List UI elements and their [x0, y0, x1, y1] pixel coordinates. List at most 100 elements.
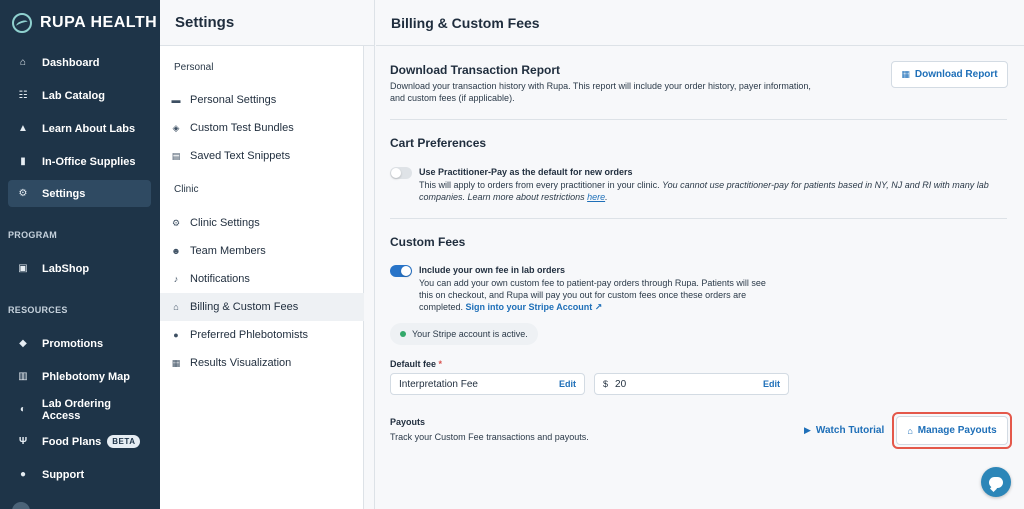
- report-title: Download Transaction Report: [390, 63, 561, 77]
- settings-item-team-members[interactable]: ☻ Team Members: [160, 237, 364, 265]
- sidebar-item-support[interactable]: ● Support: [8, 461, 151, 488]
- include-fee-toggle[interactable]: [390, 265, 412, 277]
- download-report-button[interactable]: ▦ Download Report: [891, 61, 1008, 88]
- divider: [390, 218, 1007, 219]
- sidebar-section-resources: RESOURCES: [8, 305, 68, 315]
- report-desc-line-1: Download your transaction history with R…: [390, 81, 811, 91]
- settings-item-label: Notifications: [190, 273, 250, 285]
- fee-name-value: Interpretation Fee: [399, 378, 478, 390]
- required-mark: *: [438, 359, 443, 369]
- stripe-signin-link[interactable]: Sign into your Stripe Account ↗: [466, 302, 603, 312]
- watch-tutorial-button[interactable]: ▶ Watch Tutorial: [804, 423, 884, 437]
- home-icon: ⌂: [19, 57, 27, 68]
- sidebar-item-lab-ordering-access[interactable]: ◐ Lab Ordering Access: [8, 396, 151, 423]
- brand[interactable]: RUPA HEALTH: [0, 0, 160, 46]
- bell-icon: ♪: [173, 274, 179, 284]
- fees-description: You can add your own custom fee to patie…: [419, 277, 819, 313]
- beta-badge: BETA: [107, 435, 141, 448]
- avatar[interactable]: [12, 502, 30, 509]
- settings-list: Personal ▬ Personal Settings ◈ Custom Te…: [160, 46, 364, 509]
- report-description: Download your transaction history with R…: [390, 80, 860, 104]
- default-fee-label-text: Default fee: [390, 359, 437, 369]
- users-icon: ☻: [171, 246, 181, 256]
- chat-bubble-icon: [989, 476, 1003, 488]
- cart-desc-italic-1: You cannot use practitioner-pay for pati…: [662, 180, 989, 190]
- fee-amount-field[interactable]: $ 20 Edit: [594, 373, 789, 395]
- settings-item-label: Results Visualization: [190, 357, 292, 369]
- settings-item-billing-custom-fees[interactable]: ⌂ Billing & Custom Fees: [160, 293, 364, 321]
- map-icon: ▥: [18, 371, 28, 382]
- sidebar-item-labshop[interactable]: ▣ LabShop: [8, 255, 151, 282]
- brand-name: RUPA HEALTH: [40, 14, 158, 31]
- settings-nav: Settings Personal ▬ Personal Settings ◈ …: [160, 0, 375, 509]
- sidebar-item-label: Dashboard: [42, 56, 100, 69]
- fee-name-edit-button[interactable]: Edit: [559, 379, 576, 389]
- restrictions-here-link[interactable]: here: [587, 192, 605, 202]
- group-label-personal: Personal: [174, 62, 214, 73]
- sidebar-item-lab-catalog[interactable]: ☷ Lab Catalog: [8, 82, 151, 109]
- settings-item-notifications[interactable]: ♪ Notifications: [160, 265, 364, 293]
- sidebar-item-label: Settings: [42, 187, 86, 200]
- sidebar-item-food-plans[interactable]: Ψ Food Plans BETA: [8, 428, 151, 455]
- chat-icon: ●: [19, 469, 27, 480]
- video-play-icon: ▶: [804, 424, 811, 435]
- main-content: Billing & Custom Fees Download Transacti…: [376, 0, 1024, 509]
- tag-icon: ◆: [19, 338, 27, 349]
- custom-fees-title: Custom Fees: [390, 235, 466, 249]
- status-dot-icon: [400, 331, 406, 337]
- settings-item-label: Clinic Settings: [190, 217, 260, 229]
- catalog-icon: ☷: [18, 90, 28, 101]
- settings-item-clinic-settings[interactable]: ⚙ Clinic Settings: [160, 209, 364, 237]
- settings-item-personal-settings[interactable]: ▬ Personal Settings: [160, 86, 364, 114]
- stripe-status-badge: Your Stripe account is active.: [390, 323, 538, 345]
- sidebar-item-dashboard[interactable]: ⌂ Dashboard: [8, 49, 151, 76]
- fee-name-field[interactable]: Interpretation Fee Edit: [390, 373, 585, 395]
- settings-item-custom-test-bundles[interactable]: ◈ Custom Test Bundles: [160, 114, 364, 142]
- sidebar-item-label: LabShop: [42, 262, 90, 275]
- billing-panel: Download Transaction Report Download you…: [376, 46, 1024, 509]
- settings-item-preferred-phlebotomists[interactable]: ● Preferred Phlebotomists: [160, 321, 364, 349]
- settings-title: Settings: [160, 0, 374, 46]
- snippet-icon: ▤: [171, 150, 181, 161]
- bank-icon: ⌂: [907, 425, 913, 436]
- sidebar: RUPA HEALTH ⌂ Dashboard ☷ Lab Catalog ▲ …: [0, 0, 160, 509]
- supplies-icon: ▮: [20, 156, 26, 167]
- currency-symbol: $: [603, 379, 609, 389]
- download-report-label: Download Report: [914, 69, 998, 80]
- manage-payouts-button[interactable]: ⌂ Manage Payouts: [896, 416, 1008, 445]
- payouts-description: Track your Custom Fee transactions and p…: [390, 432, 589, 442]
- utensils-icon: Ψ: [18, 436, 28, 447]
- fee-amount-value: 20: [615, 378, 627, 390]
- payouts-title: Payouts: [390, 417, 426, 427]
- practitioner-pay-option-title: Use Practitioner-Pay as the default for …: [419, 167, 633, 177]
- sidebar-item-settings[interactable]: ⚙ Settings: [8, 180, 151, 207]
- stripe-status-text: Your Stripe account is active.: [412, 329, 528, 339]
- sidebar-item-label: Promotions: [42, 337, 104, 350]
- layers-icon: ◈: [172, 122, 180, 133]
- id-card-icon: ▬: [171, 95, 181, 105]
- document-icon: ▦: [171, 357, 181, 368]
- sidebar-item-phlebotomy-map[interactable]: ▥ Phlebotomy Map: [8, 363, 151, 390]
- include-fee-option-title: Include your own fee in lab orders: [419, 265, 566, 275]
- fees-desc-line-2: this on checkout, and Rupa will pay you …: [419, 290, 747, 300]
- chat-support-button[interactable]: [981, 467, 1011, 497]
- practitioner-pay-toggle[interactable]: [390, 167, 412, 179]
- sidebar-section-program: PROGRAM: [8, 230, 58, 240]
- default-fee-label: Default fee *: [390, 359, 442, 369]
- manage-payouts-label: Manage Payouts: [917, 425, 997, 436]
- watch-tutorial-label: Watch Tutorial: [815, 424, 885, 436]
- sidebar-item-label: In-Office Supplies: [42, 155, 136, 168]
- cart-desc-line-1: This will apply to orders from every pra…: [419, 180, 660, 190]
- shop-icon: ▣: [18, 263, 28, 274]
- settings-item-results-visualization[interactable]: ▦ Results Visualization: [160, 349, 364, 377]
- gear-icon: ⚙: [18, 188, 28, 199]
- settings-item-label: Custom Test Bundles: [190, 122, 294, 134]
- settings-item-saved-text-snippets[interactable]: ▤ Saved Text Snippets: [160, 142, 364, 170]
- sidebar-item-promotions[interactable]: ◆ Promotions: [8, 330, 151, 357]
- sidebar-item-in-office-supplies[interactable]: ▮ In-Office Supplies: [8, 148, 151, 175]
- fee-amount-edit-button[interactable]: Edit: [763, 379, 780, 389]
- sidebar-item-learn-about-labs[interactable]: ▲ Learn About Labs: [8, 115, 151, 142]
- page-title: Billing & Custom Fees: [376, 0, 1024, 46]
- fees-desc-line-1: You can add your own custom fee to patie…: [419, 278, 766, 288]
- shield-icon: ◐: [19, 404, 26, 415]
